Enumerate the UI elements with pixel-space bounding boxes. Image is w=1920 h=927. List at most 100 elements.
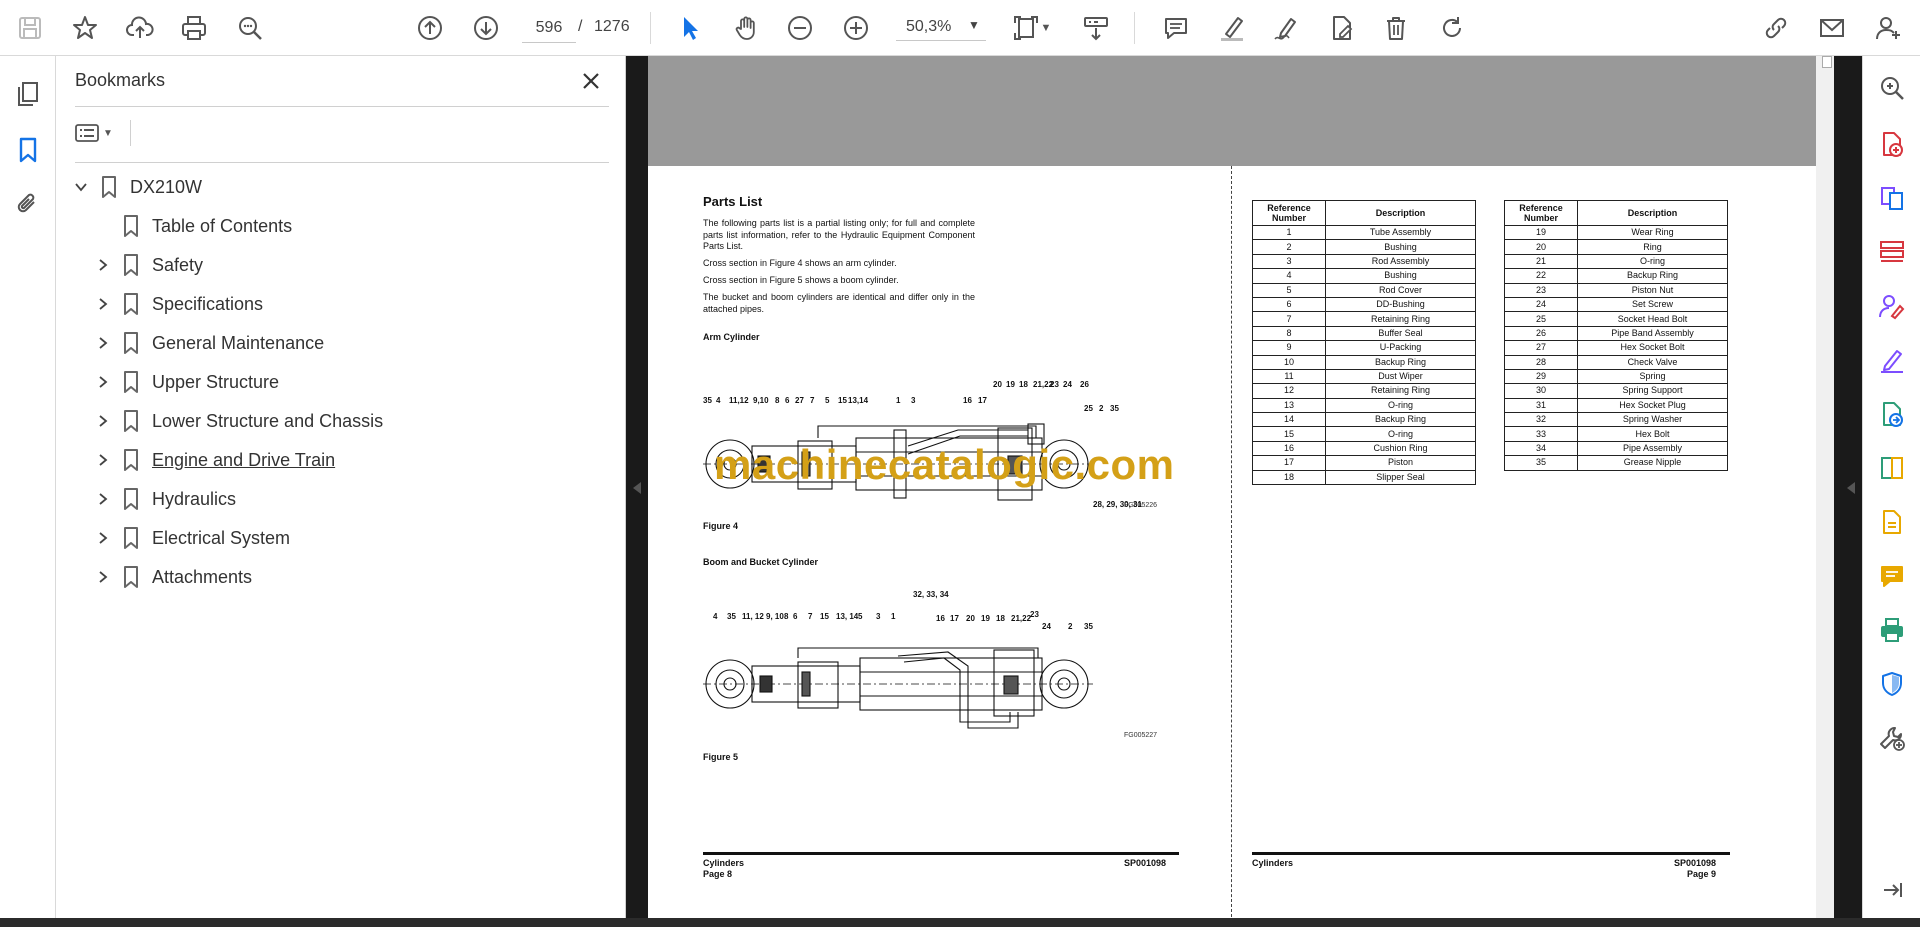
bookmark-item[interactable]: Upper Structure — [90, 367, 279, 397]
organize-pages-icon[interactable] — [1874, 234, 1910, 270]
combine-files-icon[interactable] — [1874, 180, 1910, 216]
delete-icon[interactable] — [1378, 10, 1414, 46]
rotate-icon[interactable] — [1434, 10, 1470, 46]
footer-doc-code: SP001098 — [1124, 858, 1167, 868]
more-tools-icon[interactable] — [1874, 720, 1910, 756]
chevron-right-icon[interactable] — [90, 294, 116, 314]
zoom-level-select[interactable]: 50,3% ▼ — [896, 14, 986, 41]
chevron-right-icon[interactable] — [90, 489, 116, 509]
highlight-pen-icon[interactable] — [1214, 10, 1250, 46]
chevron-right-icon[interactable] — [90, 255, 116, 275]
bookmark-ribbon-icon — [116, 214, 146, 238]
chevron-right-icon[interactable] — [90, 567, 116, 587]
figure-callout: 8 — [784, 612, 789, 621]
ref-number-cell: 3 — [1252, 253, 1326, 270]
bookmark-item[interactable]: Hydraulics — [90, 484, 236, 514]
table-row: 29 Spring — [1504, 368, 1728, 385]
zoom-search-icon[interactable] — [1874, 70, 1910, 106]
collapse-right-panel-icon[interactable] — [1842, 478, 1860, 498]
next-page-icon[interactable] — [468, 10, 504, 46]
collapse-tools-icon[interactable] — [1874, 872, 1910, 908]
chevron-right-icon[interactable] — [90, 450, 116, 470]
upload-cloud-icon[interactable] — [122, 10, 158, 46]
hand-tool-icon[interactable] — [728, 10, 764, 46]
ref-number-cell: 14 — [1252, 412, 1326, 428]
figure-callout: 8 — [775, 396, 780, 405]
bookmark-item[interactable]: Electrical System — [90, 523, 290, 553]
previous-page-icon[interactable] — [412, 10, 448, 46]
ref-number-cell: 33 — [1504, 426, 1578, 442]
bookmark-label: Safety — [152, 254, 204, 275]
draw-icon[interactable] — [1268, 10, 1304, 46]
collapse-left-panel-icon[interactable] — [628, 478, 646, 498]
create-pdf-icon[interactable] — [1874, 126, 1910, 162]
print-production-icon[interactable] — [1874, 612, 1910, 648]
bookmark-label: Specifications — [152, 293, 264, 314]
bookmark-options-button[interactable]: ▼ — [75, 118, 123, 148]
table-row: 12 Retaining Ring — [1252, 383, 1476, 399]
share-link-icon[interactable] — [1758, 10, 1794, 46]
email-icon[interactable] — [1814, 10, 1850, 46]
export-pdf-icon[interactable] — [1874, 396, 1910, 432]
edit-pdf-icon[interactable] — [1324, 10, 1360, 46]
description-cell: Set Screw — [1577, 296, 1728, 313]
table-row: 11 Dust Wiper — [1252, 368, 1476, 385]
bookmark-item[interactable]: Attachments — [90, 562, 252, 592]
description-cell: O-ring — [1577, 253, 1728, 270]
scroll-mode-icon[interactable] — [1078, 10, 1114, 46]
star-icon[interactable] — [67, 10, 103, 46]
comment-tool-icon[interactable] — [1874, 558, 1910, 594]
compare-files-icon[interactable] — [1874, 450, 1910, 486]
select-cursor-icon[interactable] — [672, 10, 708, 46]
bookmark-item[interactable]: Engine and Drive Train — [90, 445, 335, 475]
search-text-icon[interactable] — [232, 10, 268, 46]
fill-sign-icon[interactable] — [1874, 342, 1910, 378]
attachments-icon[interactable] — [10, 186, 46, 222]
vertical-scrollbar[interactable] — [1816, 56, 1834, 918]
figure4-paragraph: Cross section in Figure 4 shows an arm c… — [703, 258, 897, 268]
zoom-out-icon[interactable] — [782, 10, 818, 46]
print-icon[interactable] — [176, 10, 212, 46]
comment-icon[interactable] — [1158, 10, 1194, 46]
zoom-in-icon[interactable] — [838, 10, 874, 46]
bookmarks-icon[interactable] — [10, 132, 46, 168]
chevron-right-icon[interactable] — [90, 333, 116, 353]
figure-callout: 27 — [795, 396, 804, 405]
description-cell: Dust Wiper — [1325, 368, 1476, 385]
bookmark-ribbon-icon — [116, 487, 146, 511]
ref-number-cell: 32 — [1504, 412, 1578, 428]
description-cell: O-ring — [1325, 397, 1476, 414]
figure-callout: 35 — [1084, 622, 1093, 631]
bookmark-item[interactable]: Specifications — [90, 289, 263, 319]
chevron-right-icon[interactable] — [90, 528, 116, 548]
bookmark-label: Table of Contents — [152, 215, 293, 236]
scrollbar-thumb[interactable] — [1822, 56, 1832, 68]
bookmark-item[interactable]: Safety — [90, 250, 203, 280]
chevron-down-icon[interactable] — [68, 177, 94, 197]
description-cell: Bushing — [1325, 268, 1476, 284]
footer-doc-code: SP001098 — [1674, 858, 1717, 868]
bookmark-item[interactable]: Lower Structure and Chassis — [90, 406, 383, 436]
ref-number-cell: 2 — [1252, 239, 1326, 255]
scan-ocr-icon[interactable] — [1874, 504, 1910, 540]
protect-shield-icon[interactable] — [1874, 666, 1910, 702]
request-signature-icon[interactable] — [1874, 288, 1910, 324]
chevron-right-icon[interactable] — [90, 372, 116, 392]
chevron-right-icon[interactable] — [90, 411, 116, 431]
close-icon[interactable] — [576, 66, 606, 96]
figure-callout: 7 — [808, 612, 813, 621]
bookmark-item[interactable]: Table of Contents — [90, 211, 292, 241]
figure-callout: 5 — [825, 396, 830, 405]
description-cell: O-ring — [1325, 426, 1476, 442]
figure-callout: 9,10 — [753, 396, 769, 405]
page-number-input[interactable] — [522, 14, 576, 43]
bookmark-root[interactable]: DX210W — [68, 172, 202, 202]
page-fit-dropdown-icon[interactable]: ▼ — [1036, 10, 1056, 46]
page-thumbnails-icon[interactable] — [10, 76, 46, 112]
description-cell: Retaining Ring — [1325, 311, 1476, 327]
bookmark-item[interactable]: General Maintenance — [90, 328, 324, 358]
figure-callout: 1 — [896, 396, 901, 405]
add-user-icon[interactable] — [1870, 10, 1906, 46]
description-cell: Slipper Seal — [1325, 469, 1476, 486]
save-icon[interactable] — [12, 10, 48, 46]
